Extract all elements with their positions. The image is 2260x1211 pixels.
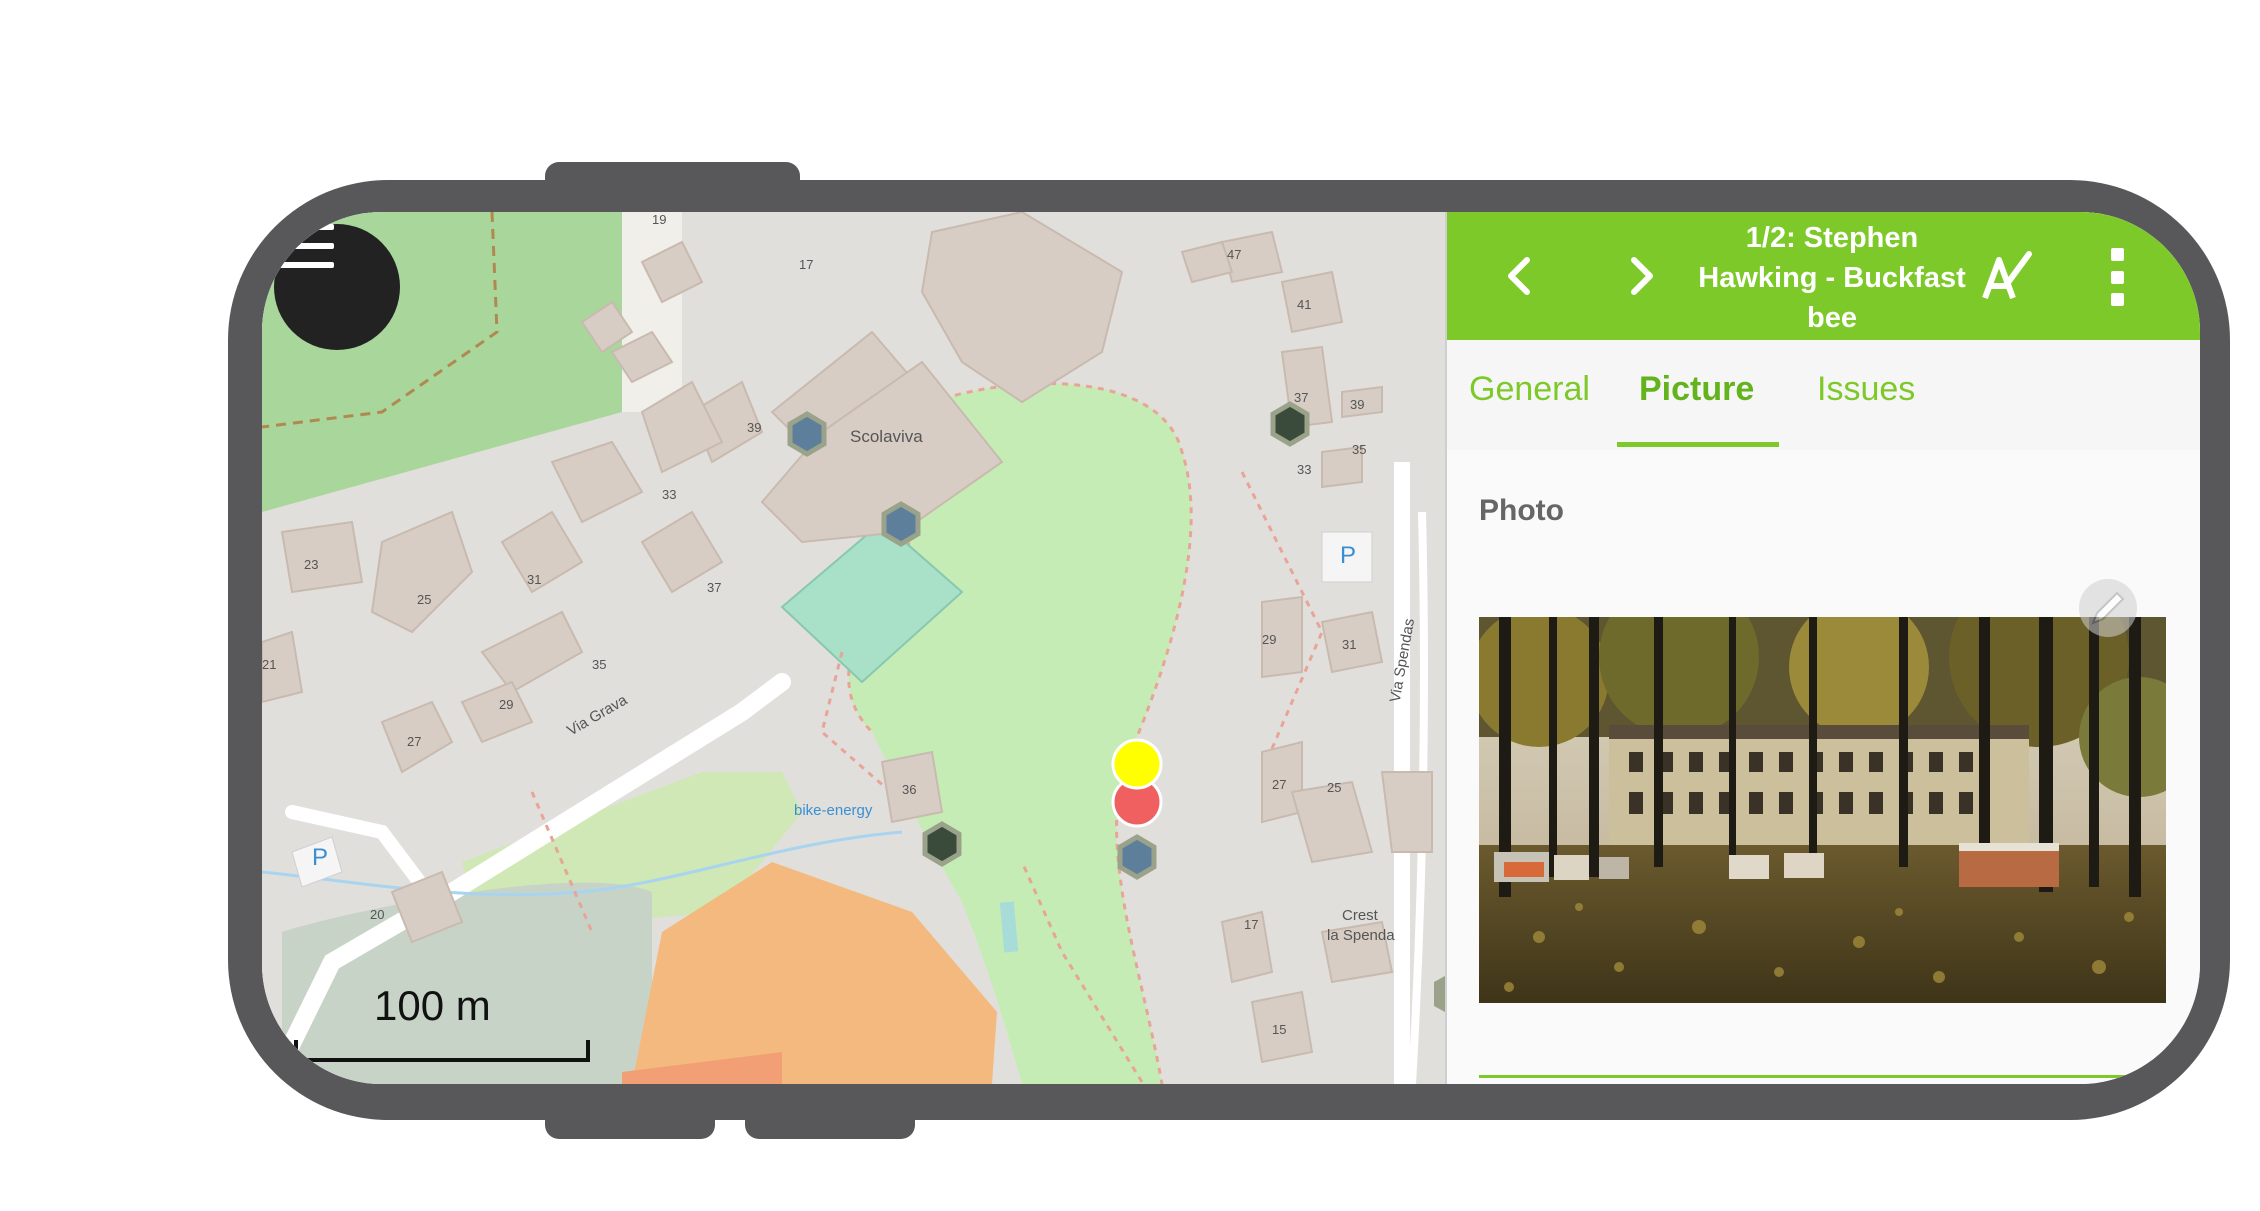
hamburger-icon [274,224,334,268]
map-label-bike-energy: bike-energy [794,802,873,819]
house-number: 33 [1297,462,1312,477]
house-number: 17 [799,257,814,272]
house-number: 27 [407,734,422,749]
hive-marker [922,821,962,867]
map-label-scolaviva: Scolaviva [850,427,923,446]
chevron-left-icon [1508,257,1530,295]
chevron-right-icon [1631,257,1653,295]
more-options-button[interactable] [2097,242,2137,312]
photo-label: Photo [1479,494,1564,527]
scale-label: 100 m [374,982,491,1029]
feature-panel: 1/2: Stephen Hawking - Buckfast bee Gene… [1447,212,2200,1084]
pencil-icon [2079,579,2137,637]
yellow-point-marker [1111,738,1163,790]
main-menu-button[interactable] [274,224,400,350]
map-canvas [262,212,1445,1084]
map-label-crest: Crest [1342,907,1378,924]
house-number: 37 [707,580,722,595]
house-number: 35 [592,657,607,672]
house-number: 31 [1342,637,1357,652]
map-view[interactable]: Scolaviva Via Grava Via Spendas bike-ene… [262,212,1445,1084]
house-number: 29 [499,697,514,712]
house-number: 36 [902,782,917,797]
feature-photo[interactable] [1479,617,2166,1003]
edit-photo-button[interactable] [2077,577,2139,639]
house-number: 15 [1272,1022,1287,1037]
house-number: 19 [652,212,667,227]
house-number: 21 [262,657,277,672]
house-number: 17 [1244,917,1259,932]
parking-label: P [1340,542,1357,569]
active-tab-indicator [1617,442,1779,447]
tab-picture[interactable]: Picture [1639,370,1754,409]
beehives-photo [1479,617,2166,1003]
house-number: 25 [1327,780,1342,795]
house-number: 47 [1227,247,1242,262]
house-number: 37 [1294,390,1309,405]
edit-attributes-button[interactable] [1977,246,2037,306]
house-number: 31 [527,572,542,587]
house-number: 27 [1272,777,1287,792]
hive-marker [881,501,921,547]
house-number: 35 [1352,442,1367,457]
next-feature-button[interactable] [1612,246,1672,306]
tab-bar: General Picture Issues [1447,340,2200,450]
more-vertical-icon [2110,248,2124,261]
hive-marker [1270,401,1310,447]
house-number: 39 [1350,397,1365,412]
map-label-la-spenda: la Spenda [1327,927,1395,944]
hive-marker [787,411,827,457]
tab-issues[interactable]: Issues [1817,370,1915,409]
house-number: 23 [304,557,319,572]
house-number: 20 [370,907,385,922]
edit-attributes-icon [1982,251,2032,300]
house-number: 41 [1297,297,1312,312]
tab-general[interactable]: General [1469,370,1590,409]
hive-marker [1117,834,1157,880]
scale-bar [294,1040,590,1062]
phone-screen: Scolaviva Via Grava Via Spendas bike-ene… [262,212,2200,1084]
house-number: 39 [747,420,762,435]
previous-feature-button[interactable] [1489,246,1549,306]
feature-toolbar: 1/2: Stephen Hawking - Buckfast bee [1447,212,2200,340]
house-number: 33 [662,487,677,502]
panel-divider-line [1479,1075,2179,1078]
feature-title: 1/2: Stephen Hawking - Buckfast bee [1698,222,1966,334]
house-number: 29 [1262,632,1277,647]
parking-label: P [312,844,329,871]
house-number: 25 [417,592,432,607]
